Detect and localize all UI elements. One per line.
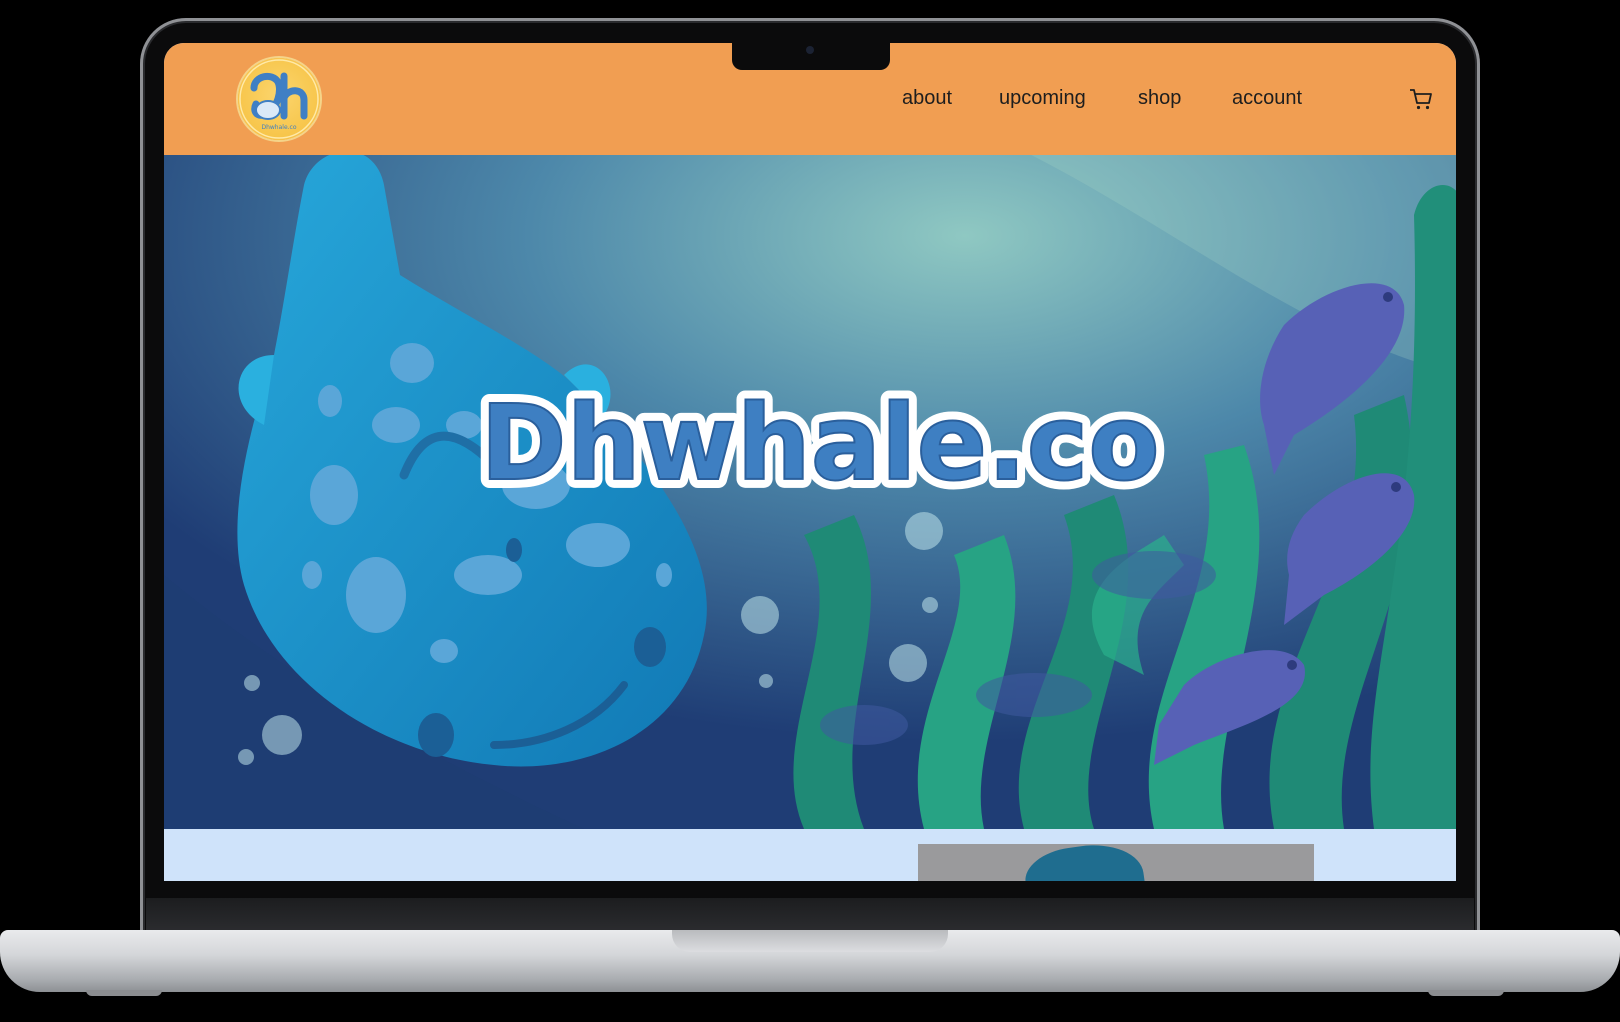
svg-text:Dhwhale.co: Dhwhale.co: [261, 124, 296, 131]
product-illustration: [1021, 844, 1149, 881]
camera-notch: [732, 43, 890, 70]
hero-title-logo: Dhwhale.co Dhwhale.co: [471, 373, 1168, 513]
hero-title: Dhwhale.co: [480, 382, 1159, 504]
nav-about[interactable]: about: [902, 87, 952, 110]
hero-banner: Dhwhale.co Dhwhale.co: [164, 155, 1456, 829]
product-preview-image[interactable]: [918, 844, 1314, 881]
nav-upcoming[interactable]: upcoming: [999, 87, 1086, 110]
camera-icon: [806, 46, 814, 54]
nav-account[interactable]: account: [1232, 87, 1302, 110]
cart-icon[interactable]: [1408, 86, 1434, 112]
laptop-mockup: Dhwhale.co about upcoming shop account D…: [0, 0, 1620, 1022]
site-logo[interactable]: Dhwhale.co: [238, 58, 320, 140]
content-section: [164, 829, 1456, 881]
laptop-hinge: [146, 898, 1474, 932]
laptop-foot: [86, 990, 162, 996]
nav-shop[interactable]: shop: [1138, 87, 1181, 110]
laptop-screen: Dhwhale.co about upcoming shop account D…: [164, 43, 1456, 881]
laptop-foot: [1428, 990, 1504, 996]
whale-logo-icon: Dhwhale.co: [239, 59, 319, 139]
laptop-opening-notch: [672, 930, 948, 952]
